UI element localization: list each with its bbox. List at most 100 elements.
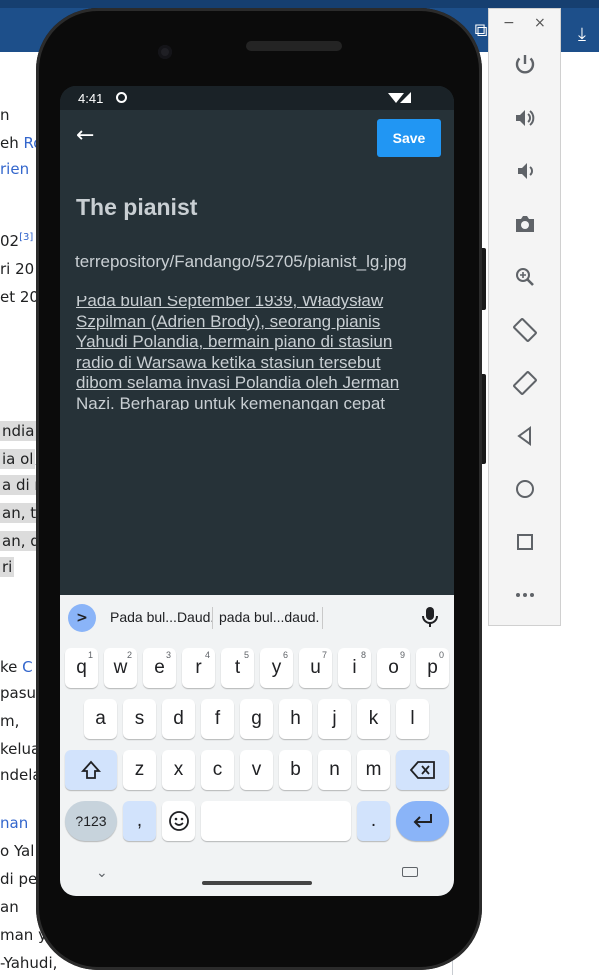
key-o[interactable]: o9 [377,648,410,688]
key-r[interactable]: r4 [182,648,215,688]
key-t[interactable]: t5 [221,648,254,688]
front-camera [158,45,172,59]
key-k[interactable]: k [357,699,390,739]
key-d[interactable]: d [162,699,195,739]
key-a[interactable]: a [84,699,117,739]
bg-text: et 20 [0,288,39,306]
key-g[interactable]: g [240,699,273,739]
key-i[interactable]: i8 [338,648,371,688]
signal-icon [400,92,411,103]
period-key[interactable]: . [357,801,390,841]
emoji-key[interactable] [162,801,195,841]
bg-text: ri [0,557,15,577]
key-w[interactable]: w2 [104,648,137,688]
rotate-right-button[interactable] [507,365,543,401]
home-icon [516,480,534,498]
rotate-right-icon [513,371,537,395]
back-button[interactable] [507,418,543,454]
home-button[interactable] [507,471,543,507]
movie-title-field[interactable]: The pianist [76,194,197,221]
bg-link[interactable]: nan [0,814,28,832]
description-field[interactable]: Pada bulan September 1939, Władysław Szp… [76,296,428,410]
volume-up-icon [516,110,535,126]
download-icon[interactable]: ⤓ [578,24,586,45]
bg-text: o Yal [0,842,35,860]
more-button[interactable] [507,577,543,613]
key-q[interactable]: q1 [65,648,98,688]
keyboard-switch-icon[interactable] [402,867,418,877]
bg-text: n [0,106,10,124]
key-j[interactable]: j [318,699,351,739]
expand-suggestions-icon[interactable]: > [68,604,96,632]
zoom-button[interactable] [507,259,543,295]
key-f[interactable]: f [201,699,234,739]
back-icon [517,426,531,446]
key-m[interactable]: m [357,750,390,790]
gesture-handle[interactable] [202,881,312,885]
browser-tab-strip [0,0,599,8]
key-y[interactable]: y6 [260,648,293,688]
status-bar: 4:41 [60,86,454,110]
bg-text: m, [0,712,20,730]
key-e[interactable]: e3 [143,648,176,688]
suggestion-item[interactable]: Pada bul...Daud. [110,609,214,625]
key-v[interactable]: v [240,750,273,790]
keyboard-nav-bar: ⌄ [60,857,454,896]
key-l[interactable]: l [396,699,429,739]
key-h[interactable]: h [279,699,312,739]
volume-down-icon [518,163,533,179]
power-button[interactable] [507,47,543,83]
enter-icon [413,814,432,828]
image-url-field[interactable]: terrepository/Fandango/52705/pianist_lg.… [75,252,454,272]
bg-text: di pe [0,870,38,888]
soft-keyboard: > Pada bul...Daud. pada bul...daud. q1 w… [60,595,454,896]
volume-up-button[interactable] [507,100,543,136]
key-u[interactable]: u7 [299,648,332,688]
comma-key[interactable]: , [123,801,156,841]
key-p[interactable]: p0 [416,648,449,688]
hide-keyboard-icon[interactable]: ⌄ [96,865,108,881]
bg-text: an [0,898,19,916]
close-button[interactable]: × [534,15,546,31]
rotate-left-button[interactable] [507,312,543,348]
save-button[interactable]: Save [377,119,441,157]
suggestion-divider [322,607,323,629]
rotate-left-icon [513,318,537,342]
backspace-icon [409,761,435,779]
power-icon [515,55,535,74]
key-c[interactable]: c [201,750,234,790]
shift-icon [80,760,102,779]
more-icon [516,593,534,597]
mic-icon[interactable] [421,606,439,628]
suggestion-item[interactable]: pada bul...daud. [219,609,319,625]
key-n[interactable]: n [318,750,351,790]
bg-link[interactable]: rien [0,160,29,178]
description-text: Pada bulan September 1939, Władysław Szp… [76,296,400,410]
space-key[interactable] [201,801,351,841]
suggestion-divider [212,607,213,629]
backspace-key[interactable] [396,750,449,790]
key-b[interactable]: b [279,750,312,790]
volume-down-button[interactable] [507,153,543,189]
bg-text: ndia [0,421,37,441]
phone-screen: 4:41 ← Save The pianist terrepository/Fa… [60,86,454,896]
emulator-toolbar: − × [488,8,561,626]
emoji-icon [168,811,189,831]
key-s[interactable]: s [123,699,156,739]
symbols-key[interactable]: ?123 [65,801,117,841]
enter-key[interactable] [396,801,449,841]
minimize-button[interactable]: − [503,15,515,31]
bg-text: -Yahudi, [0,954,58,972]
bg-text: ke C [0,658,33,676]
phone-speaker [246,41,342,51]
camera-icon [516,216,534,232]
back-arrow-icon[interactable]: ← [76,124,100,148]
overview-button[interactable] [507,524,543,560]
key-x[interactable]: x [162,750,195,790]
screenshot-button[interactable] [507,206,543,242]
zoom-icon [516,268,534,286]
key-z[interactable]: z [123,750,156,790]
suggestion-strip: > Pada bul...Daud. pada bul...daud. [60,595,454,639]
shift-key[interactable] [65,750,117,790]
bg-text: 02[3] [0,232,34,250]
